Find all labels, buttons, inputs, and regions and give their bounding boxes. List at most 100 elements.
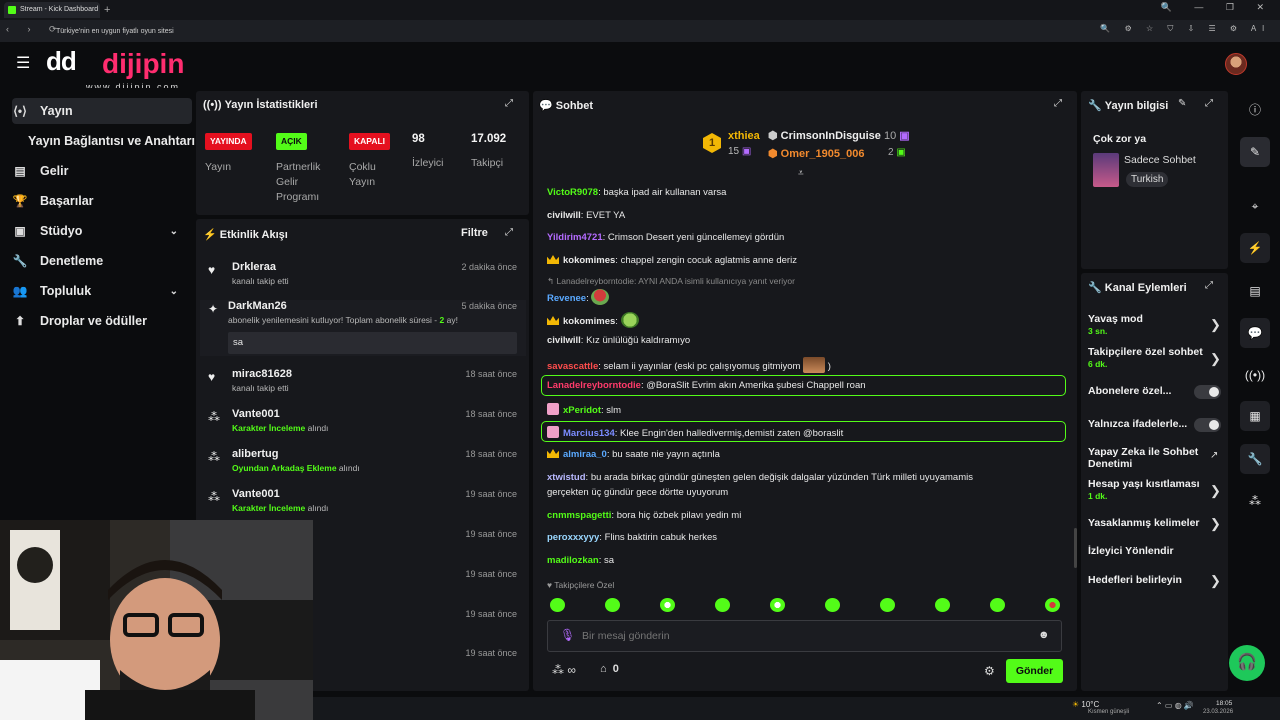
slow-mode-action[interactable]: Yavaş mod 3 sn. xyxy=(1088,313,1143,336)
chevron-right-icon[interactable]: ❯ xyxy=(1210,351,1221,367)
sidebar-item-revenue[interactable]: ▤ Gelir xyxy=(12,158,192,184)
edit-icon[interactable]: ✎ xyxy=(1240,137,1270,167)
new-tab-button[interactable]: + xyxy=(104,2,118,18)
activity-user[interactable]: mirac81628 xyxy=(232,368,292,380)
chat-username[interactable]: kokomimes xyxy=(563,255,615,266)
emote-icon[interactable] xyxy=(770,598,785,612)
chat-username[interactable]: peroxxxyyy xyxy=(547,532,599,543)
sidebar-item-stream[interactable]: ⟨•⟩ Yayın xyxy=(12,98,192,124)
user-avatar[interactable] xyxy=(1225,53,1247,75)
ai-moderation-action[interactable]: Yapay Zeka ile Sohbet Denetimi xyxy=(1088,446,1198,470)
filter-button[interactable]: Filtre xyxy=(461,227,488,239)
chat-username[interactable]: civilwill xyxy=(547,210,581,221)
chevron-right-icon[interactable]: ❯ xyxy=(1210,516,1221,532)
activity-user[interactable]: Vante001 xyxy=(232,488,280,500)
microphone-icon[interactable]: 🎙 xyxy=(560,628,575,642)
emote-icon[interactable] xyxy=(550,598,565,612)
notes-icon[interactable]: ▤ xyxy=(1240,276,1270,306)
leader-third[interactable]: ⬢ Omer_1905_006 xyxy=(768,147,864,160)
leader-first-name[interactable]: xthiea xyxy=(728,130,760,142)
emote-icon[interactable] xyxy=(990,598,1005,612)
tray-icons[interactable]: ⌃ ▭ ◍ 🔊 xyxy=(1156,701,1194,710)
sidebar-item-achievements[interactable]: 🏆 Başarılar xyxy=(12,188,192,214)
support-chat-icon[interactable]: 🎧 xyxy=(1229,645,1265,681)
chat-username[interactable]: Revenee xyxy=(547,293,586,304)
sidebar-item-moderation[interactable]: 🔧 Denetleme xyxy=(12,248,192,274)
banned-words-action[interactable]: Yasaklanmış kelimeler xyxy=(1088,517,1200,529)
emote-icon[interactable] xyxy=(1045,598,1060,612)
leader-second[interactable]: ⬢ CrimsonInDisguise 10 ▣ xyxy=(768,129,910,142)
expand-icon[interactable]: ⤢ xyxy=(1205,280,1213,291)
chat-username[interactable]: cnmmspagetti xyxy=(547,510,611,521)
activity-user[interactable]: Drkleraa xyxy=(232,261,276,273)
window-controls[interactable]: 🔍 — ❐ ✕ xyxy=(1161,2,1274,13)
info-icon[interactable]: ⓘ xyxy=(1240,94,1270,124)
wrench-icon: 🔧 xyxy=(1088,100,1105,112)
activity-text: kanalı takip etti xyxy=(232,276,289,286)
emote-icon[interactable] xyxy=(825,598,840,612)
emotes-only-toggle[interactable] xyxy=(1194,418,1221,432)
collapse-leaderboard-icon[interactable]: ⩡ xyxy=(798,168,804,179)
chat-scrollbar[interactable] xyxy=(1074,528,1077,568)
activity-user[interactable]: Vante001 xyxy=(232,408,280,420)
sidebar-item-stream-key[interactable]: Yayın Bağlantısı ve Anahtarı xyxy=(28,128,208,154)
chat-username[interactable]: VictoR9078 xyxy=(547,187,598,198)
category-name[interactable]: Sadece Sohbet xyxy=(1124,154,1196,166)
expand-icon[interactable]: ⤢ xyxy=(505,227,513,238)
sidebar-item-studio[interactable]: ▣ Stüdyo ⌄ xyxy=(12,218,192,244)
channel-points[interactable]: ⁂ ∞ xyxy=(552,663,576,677)
activity-text: Karakter İnceleme alındı xyxy=(232,423,328,433)
chat-username[interactable]: civilwill xyxy=(547,335,581,346)
activity-time: 19 saat önce xyxy=(465,648,517,658)
chat-username[interactable]: almiraa_0 xyxy=(563,449,607,460)
chat-username[interactable]: Lanadelreyborntodie xyxy=(547,380,641,391)
chat-username[interactable]: Marcius134 xyxy=(563,428,615,439)
emote-icon[interactable] xyxy=(605,598,620,612)
external-link-icon[interactable]: ↗ xyxy=(1210,450,1218,461)
chat-message-input[interactable] xyxy=(582,627,1022,645)
chat-icon[interactable]: 💬 xyxy=(1240,318,1270,348)
sidebar-item-drops[interactable]: ⬆ Droplar ve ödüller xyxy=(12,308,192,334)
emote-icon[interactable] xyxy=(660,598,675,612)
subscribers-only-toggle[interactable] xyxy=(1194,385,1221,399)
sidebar-item-community[interactable]: 👥 Topluluk ⌄ xyxy=(12,278,192,304)
chat-username[interactable]: savascattle xyxy=(547,361,598,372)
emote-icon[interactable] xyxy=(935,598,950,612)
chevron-right-icon[interactable]: ❯ xyxy=(1210,317,1221,333)
chat-username[interactable]: xPeridot xyxy=(563,405,601,416)
raid-action[interactable]: İzleyici Yönlendir xyxy=(1088,545,1174,557)
chat-username[interactable]: madilozkan xyxy=(547,555,599,566)
expand-icon[interactable]: ⤢ xyxy=(1054,98,1062,109)
chat-settings-icon[interactable]: ⚙ xyxy=(984,664,995,678)
chevron-right-icon[interactable]: ❯ xyxy=(1210,483,1221,499)
emote-icon[interactable] xyxy=(880,598,895,612)
emoji-picker-icon[interactable]: ☻ xyxy=(1038,629,1050,641)
target-icon[interactable]: ⌖ xyxy=(1240,191,1270,221)
activity-user[interactable]: alibertug xyxy=(232,448,278,460)
hamburger-menu-icon[interactable]: ☰ xyxy=(16,56,32,72)
chat-username[interactable]: kokomimes xyxy=(563,316,615,327)
weather-widget[interactable]: ☀ 10°C xyxy=(1072,700,1099,709)
leader-third-name: Omer_1905_006 xyxy=(780,148,865,160)
send-button[interactable]: Gönder xyxy=(1006,659,1063,683)
bolt-icon[interactable]: ⚡ xyxy=(1240,233,1270,263)
followers-only-action[interactable]: Takipçilere özel sohbet 6 dk. xyxy=(1088,346,1204,369)
chat-username[interactable]: Yildirim4721 xyxy=(547,232,603,243)
url-field[interactable]: Türkiye'nin en uygun fiyatlı oyun sitesi xyxy=(56,25,1086,38)
browser-toolbar-icons[interactable]: 🔍 ⚙ ☆ ⛉ ⇩ ☰ ⚙ Al xyxy=(1100,24,1270,34)
goals-action[interactable]: Hedefleri belirleyin xyxy=(1088,574,1182,586)
chevron-right-icon[interactable]: ❯ xyxy=(1210,573,1221,589)
layout-icon[interactable]: ▦ xyxy=(1240,401,1270,431)
browser-tab[interactable]: Stream - Kick Dashboard xyxy=(4,2,100,18)
broadcast-icon[interactable]: ((•)) xyxy=(1240,360,1270,390)
account-age-action[interactable]: Hesap yaşı kısıtlaması 1 dk. xyxy=(1088,478,1200,501)
emote-icon[interactable] xyxy=(715,598,730,612)
expand-icon[interactable]: ⤢ xyxy=(1205,98,1213,109)
edit-icon[interactable]: ✎ xyxy=(1178,98,1186,109)
store-button[interactable]: ⌂ 0 xyxy=(600,663,619,675)
wrench-icon[interactable]: 🔧 xyxy=(1240,444,1270,474)
activity-user[interactable]: DarkMan26 xyxy=(228,300,287,312)
chat-username[interactable]: xtwistud xyxy=(547,472,586,483)
points-icon[interactable]: ⁂ xyxy=(1240,486,1270,516)
expand-icon[interactable]: ⤢ xyxy=(505,98,513,109)
